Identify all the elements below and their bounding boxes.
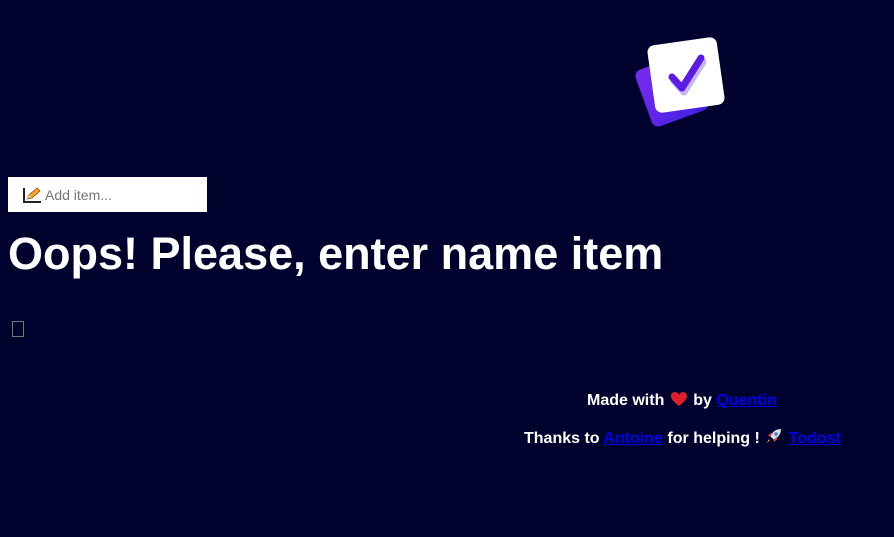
by-text: by [693,392,712,409]
footer-thanks: Thanks to Antoine for helping ! Todost [524,427,841,449]
rocket-icon [767,429,782,443]
checkbox-logo-icon [635,37,725,127]
helping-text: for helping ! [667,430,760,447]
made-with-text: Made with [587,392,665,409]
add-item-box[interactable] [8,177,207,212]
footer-made-with: Made with by Quentin [587,391,777,411]
pencil-icon [23,186,41,203]
author-link[interactable]: Quentin [716,392,776,409]
error-message: Oops! Please, enter name item [8,228,664,279]
project-link[interactable]: Todost [789,430,841,447]
thanks-text: Thanks to [524,430,600,447]
heart-icon [670,392,687,406]
helper-link[interactable]: Antoine [603,430,663,447]
empty-box-glyph [12,321,24,337]
add-item-input[interactable] [42,184,205,205]
